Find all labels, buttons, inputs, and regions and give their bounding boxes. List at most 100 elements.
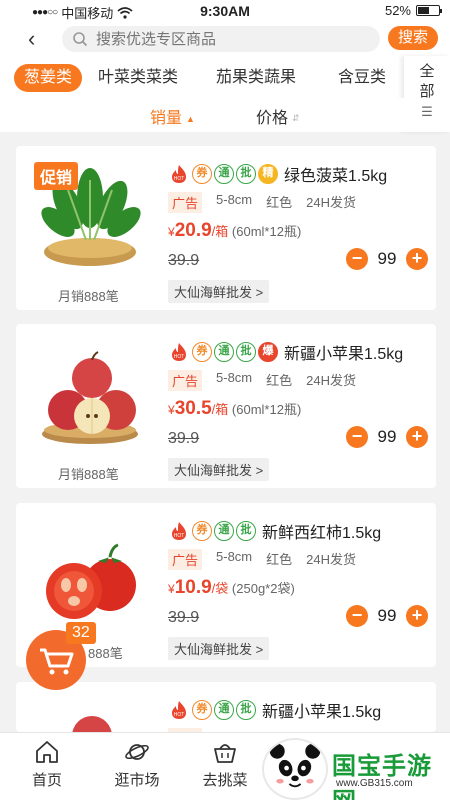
spec-color: 红色 (266, 195, 293, 210)
price-line: ¥30.5/箱 (60ml*12瓶) (168, 398, 301, 420)
quantity-value[interactable]: 99 (374, 249, 400, 269)
price: 10.9 (174, 577, 212, 598)
tab-pick-vegetables[interactable]: 去挑菜 (190, 739, 260, 790)
sort-by-sales[interactable]: 销量 ▲ (150, 104, 195, 128)
monthly-sales: 月销888笔 (58, 467, 119, 482)
cart-count-badge: 32 (66, 622, 96, 644)
original-price: 39.9 (168, 609, 200, 626)
spec-shipping: 24H发货 (306, 195, 357, 210)
decrease-button[interactable]: − (346, 426, 368, 448)
hot-flame-icon: HOT (172, 343, 186, 361)
spec-size: 5-8cm (216, 192, 253, 207)
quantity-value[interactable]: 99 (374, 606, 400, 626)
battery-icon (416, 5, 442, 16)
apple-image (72, 716, 112, 732)
battery-area: 52% (384, 3, 442, 18)
tomato-image (46, 543, 136, 619)
quantity-stepper: − 99 + (346, 605, 428, 627)
price: 30.5 (174, 398, 212, 419)
tab-home[interactable]: 首页 (12, 739, 82, 790)
battery-percent: 52% (384, 3, 411, 18)
wholesale-badge: 批 (236, 521, 256, 541)
sort-arrows-icon: ⇵ (292, 113, 300, 124)
sort-sales-label: 销量 (150, 110, 183, 127)
svg-text:HOT: HOT (174, 533, 185, 539)
sort-bar: 销量 ▲ 价格 ⇵ (0, 98, 404, 132)
spec-color: 红色 (266, 552, 293, 567)
product-name: 新疆小苹果1.5kg (262, 704, 382, 721)
quantity-stepper: − 99 + (346, 426, 428, 448)
spec-size: 5-8cm (216, 549, 253, 564)
panda-logo (262, 738, 328, 800)
category-tab-solanaceous[interactable]: 茄果类蔬果 (216, 64, 296, 92)
clock: 9:30AM (200, 3, 250, 19)
spec-shipping: 24H发货 (306, 552, 357, 567)
spec-line: 广告 5-8cm 红色 24H发货 (168, 549, 356, 570)
ad-tag: 广告 (168, 370, 203, 391)
svg-text:HOT: HOT (174, 176, 185, 182)
watermark-text: 国宝手游网 (332, 753, 432, 800)
pack-spec: (60ml*12瓶) (231, 224, 302, 239)
spec-line: 广告 5-8cm 红色 24H发货 (168, 370, 356, 391)
planet-icon (125, 744, 149, 760)
decrease-button[interactable]: − (346, 605, 368, 627)
spec-color: 红色 (266, 373, 293, 388)
status-bar: ●●●○○ 中国移动 9:30AM 52% (0, 0, 450, 22)
spec-line: 广告 5-8cm 红色 24H发货 (168, 192, 356, 213)
all-categories-button[interactable]: 全部 ☰ (404, 56, 450, 132)
universal-badge: 通 (214, 700, 234, 720)
search-box[interactable] (62, 26, 380, 52)
sort-arrow-icon: ▲ (186, 113, 195, 124)
price-unit: /袋 (211, 581, 229, 596)
hot-flame-icon: HOT (172, 522, 186, 540)
increase-button[interactable]: + (406, 426, 428, 448)
coupon-badge: 券 (192, 521, 212, 541)
decrease-button[interactable]: − (346, 248, 368, 270)
increase-button[interactable]: + (406, 248, 428, 270)
ad-tag: 广告 (168, 192, 203, 213)
hot-flame-icon: HOT (172, 165, 186, 183)
home-icon (36, 741, 58, 763)
quantity-stepper: − 99 + (346, 248, 428, 270)
coupon-badge: 券 (192, 342, 212, 362)
category-tab-scallion-ginger[interactable]: 葱姜类 (14, 64, 83, 92)
price-unit: /箱 (211, 224, 229, 239)
product-name: 新鲜西红柿1.5kg (262, 525, 382, 542)
universal-badge: 通 (214, 342, 234, 362)
tab-market-label: 逛市场 (114, 772, 160, 789)
shop-link[interactable]: 大仙海鲜批发 > (168, 637, 270, 660)
product-name: 新疆小苹果1.5kg (284, 346, 404, 363)
shop-link[interactable]: 大仙海鲜批发 > (168, 458, 270, 481)
product-title-line: HOT 券 通 批 爆 新疆小苹果1.5kg (168, 340, 403, 364)
currency-symbol: ¥ (168, 225, 175, 239)
product-name: 绿色菠菜1.5kg (284, 168, 388, 185)
spec-shipping: 24H发货 (306, 373, 357, 388)
search-button[interactable]: 搜索 (388, 26, 438, 50)
ad-tag: 广告 (168, 549, 203, 570)
svg-text:HOT: HOT (174, 354, 185, 360)
wholesale-badge: 批 (236, 700, 256, 720)
featured-badge: 精 (258, 164, 278, 184)
tab-home-label: 首页 (31, 772, 62, 789)
svg-text:HOT: HOT (174, 712, 185, 718)
sort-price-label: 价格 (256, 110, 289, 127)
universal-badge: 通 (214, 164, 234, 184)
product-card[interactable]: 月销888笔 HOT 券 通 批 爆 新疆小苹果1.5kg 广告 5-8cm 红… (16, 324, 436, 488)
quantity-value[interactable]: 99 (374, 427, 400, 447)
product-card[interactable]: 促销 月销888笔 HOT 券 通 批 精 绿色菠菜1.5kg 广告 5-8cm… (16, 146, 436, 310)
category-tab-legumes[interactable]: 含豆类 (338, 64, 386, 92)
category-tab-leafy[interactable]: 叶菜类菜类 (98, 64, 178, 92)
hot-sale-badge: 爆 (258, 342, 278, 362)
watermark-url: www.GB315.com (336, 778, 413, 789)
shop-link[interactable]: 大仙海鲜批发 > (168, 280, 270, 303)
tab-market[interactable]: 逛市场 (102, 739, 172, 790)
increase-button[interactable]: + (406, 605, 428, 627)
category-tabs: 葱姜类 叶菜类菜类 茄果类蔬果 含豆类 (0, 56, 450, 98)
search-header: ‹ 搜索 (0, 22, 450, 56)
currency-symbol: ¥ (168, 582, 175, 596)
apple-image (42, 351, 138, 444)
back-arrow-icon[interactable]: ‹ (28, 26, 35, 52)
product-title-line: HOT 券 通 批 新鲜西红柿1.5kg (168, 519, 381, 543)
sort-by-price[interactable]: 价格 ⇵ (256, 104, 300, 128)
search-input[interactable] (96, 30, 356, 48)
